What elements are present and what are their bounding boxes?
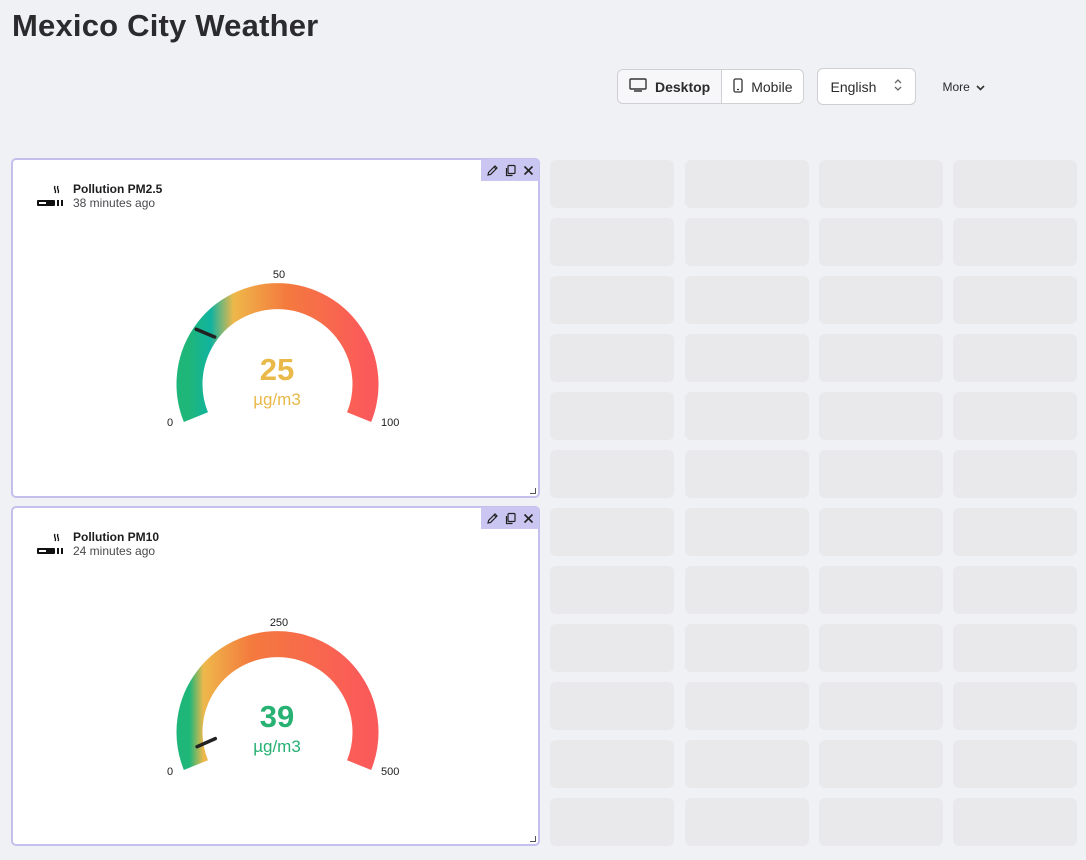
placeholder-cell	[550, 566, 674, 614]
placeholder-cell	[550, 276, 674, 324]
placeholder-cell	[550, 450, 674, 498]
mobile-icon	[733, 77, 743, 96]
placeholder-cell	[550, 334, 674, 382]
placeholder-cell	[685, 450, 809, 498]
placeholder-cell	[819, 740, 943, 788]
toolbar: Desktop Mobile English More	[617, 68, 985, 105]
placeholder-cell	[819, 160, 943, 208]
gauge-pm10: 0 250 500 39 µg/m3	[167, 617, 399, 778]
placeholder-cell	[685, 218, 809, 266]
placeholder-cell	[550, 798, 674, 846]
placeholder-cell	[685, 276, 809, 324]
placeholder-cell	[953, 798, 1077, 846]
placeholder-cell	[819, 566, 943, 614]
placeholder-cell	[953, 392, 1077, 440]
placeholder-cell	[685, 160, 809, 208]
placeholder-cell	[953, 740, 1077, 788]
desktop-label: Desktop	[655, 78, 711, 95]
placeholder-cell	[953, 508, 1077, 556]
placeholder-cell	[819, 682, 943, 730]
more-label: More	[942, 79, 970, 94]
gauge-max-label: 500	[381, 766, 399, 778]
placeholder-cell	[819, 624, 943, 672]
placeholder-cell	[953, 276, 1077, 324]
placeholder-cell	[953, 624, 1077, 672]
placeholder-cell	[550, 160, 674, 208]
gauge-pm25: 0 50 100 25 µg/m3	[167, 269, 399, 429]
resize-handle[interactable]	[530, 488, 536, 494]
gauge-max-label: 100	[381, 417, 399, 429]
desktop-icon	[629, 78, 647, 95]
placeholder-cell	[819, 450, 943, 498]
placeholder-cell	[550, 218, 674, 266]
widget-pm10[interactable]: Pollution PM10 24 minutes ago 0 250 500 …	[11, 506, 540, 846]
placeholder-cell	[953, 218, 1077, 266]
gauge-mid-label: 250	[270, 617, 288, 629]
placeholder-cell	[685, 508, 809, 556]
placeholder-cell	[550, 740, 674, 788]
placeholder-cell	[685, 334, 809, 382]
placeholder-cell	[953, 334, 1077, 382]
placeholder-cell	[819, 276, 943, 324]
placeholder-cell	[819, 334, 943, 382]
placeholder-cell	[819, 218, 943, 266]
mobile-label: Mobile	[751, 78, 793, 95]
language-select[interactable]: English	[817, 68, 917, 105]
placeholder-cell	[550, 624, 674, 672]
gauge-min-label: 0	[167, 766, 173, 778]
gauge-value: 39	[260, 699, 294, 734]
desktop-button[interactable]: Desktop	[618, 70, 722, 103]
more-menu-button[interactable]: More	[942, 79, 985, 94]
placeholder-cell	[550, 682, 674, 730]
language-value: English	[830, 78, 877, 95]
view-toggle: Desktop Mobile	[617, 69, 805, 104]
gauge-value: 25	[260, 352, 294, 387]
gauge-unit: µg/m3	[253, 390, 301, 409]
placeholder-cell	[819, 508, 943, 556]
page-title: Mexico City Weather	[12, 8, 319, 43]
placeholder-cell	[685, 566, 809, 614]
widget-pm25[interactable]: Pollution PM2.5 38 minutes ago 0 50 100 …	[11, 158, 540, 498]
placeholder-cell	[685, 798, 809, 846]
placeholder-cell	[550, 392, 674, 440]
placeholder-cell	[953, 566, 1077, 614]
placeholder-cell	[685, 624, 809, 672]
updown-chevron-icon	[893, 77, 903, 96]
placeholder-cell	[685, 740, 809, 788]
placeholder-cell	[953, 682, 1077, 730]
placeholder-cell	[819, 392, 943, 440]
placeholder-cell	[953, 160, 1077, 208]
placeholder-cell	[819, 798, 943, 846]
gauge-unit: µg/m3	[253, 737, 301, 756]
placeholder-cell	[685, 682, 809, 730]
placeholder-cell	[550, 508, 674, 556]
gauge-min-label: 0	[167, 417, 173, 429]
mobile-button[interactable]: Mobile	[721, 70, 804, 103]
chevron-down-icon	[976, 80, 985, 94]
placeholder-cell	[953, 450, 1077, 498]
placeholder-cell	[685, 392, 809, 440]
resize-handle[interactable]	[530, 836, 536, 842]
gauge-mid-label: 50	[273, 269, 285, 281]
